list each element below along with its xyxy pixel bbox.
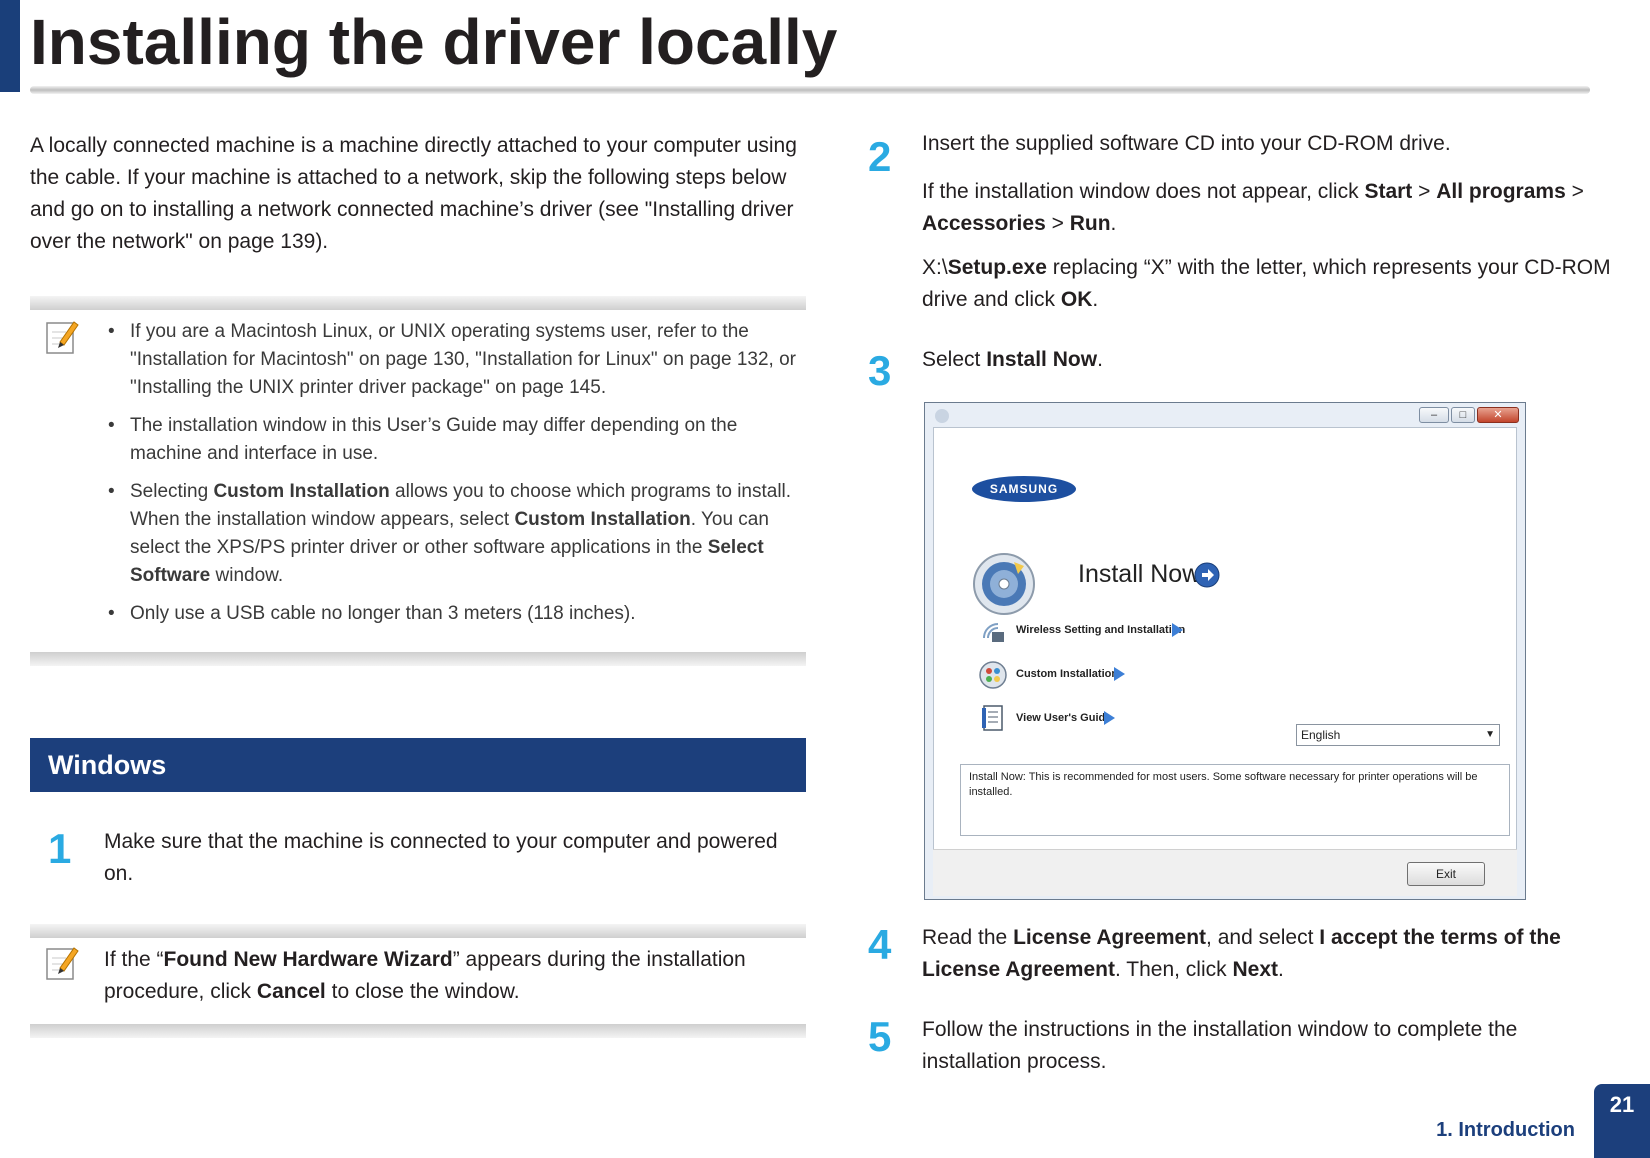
footer-section-label: 1. Introduction (1436, 1119, 1575, 1141)
step-number: 1 (48, 825, 72, 872)
section-title: Windows (48, 750, 167, 780)
step-text: If the installation window does not appe… (922, 180, 1584, 235)
step-text: Select Install Now. (922, 348, 1103, 371)
note-item: • The installation window in this User’s … (108, 415, 738, 464)
page-title: Installing the driver locally (30, 6, 838, 78)
note-item: • If you are a Macintosh Linux, or UNIX o… (108, 321, 797, 398)
note-item: • Only use a USB cable no longer than 3 m… (108, 603, 636, 624)
header-accent-bar (0, 0, 20, 92)
install-now-option[interactable]: Install Now (1078, 560, 1200, 589)
title-divider (30, 86, 1590, 94)
installer-screenshot: – □ ✕ SAMSUNG Install Now Wireless Setti… (924, 402, 1526, 900)
step-number: 4 (868, 921, 892, 968)
step-number: 5 (868, 1013, 892, 1060)
cd-icon (972, 552, 1036, 616)
maximize-button[interactable]: □ (1451, 407, 1475, 423)
note-top-rule (30, 296, 806, 310)
page-number: 21 (1609, 1092, 1635, 1117)
note-pencil-icon (46, 944, 80, 982)
exit-button[interactable]: Exit (1407, 862, 1485, 886)
step-text: Insert the supplied software CD into you… (922, 132, 1451, 155)
note-text: If the “Found New Hardware Wizard” appea… (104, 948, 746, 1003)
option-arrow-icon (1104, 711, 1115, 725)
window-app-icon (935, 409, 949, 423)
minimize-button[interactable]: – (1419, 407, 1449, 423)
step-text: Follow the instructions in the installat… (922, 1018, 1518, 1073)
note-item: • Selecting Custom Installation allows yo… (108, 481, 792, 586)
note-pencil-icon (46, 318, 80, 356)
language-select[interactable]: English ▼ (1296, 724, 1500, 746)
custom-install-icon (978, 660, 1008, 690)
note-bottom-rule (30, 652, 806, 666)
arrow-right-icon[interactable] (1194, 562, 1220, 588)
samsung-logo: SAMSUNG (972, 476, 1076, 502)
installer-content: SAMSUNG Install Now Wireless Setting and… (933, 427, 1517, 865)
intro-paragraph: A locally connected machine is a machine… (30, 134, 797, 253)
installer-option-label[interactable]: Wireless Setting and Installation (1016, 624, 1185, 636)
step-text: X:\Setup.exe replacing “X” with the lett… (922, 256, 1611, 311)
step-number: 3 (868, 347, 892, 394)
installer-footer: Exit (933, 849, 1517, 896)
option-arrow-icon (1172, 623, 1183, 637)
option-arrow-icon (1114, 667, 1125, 681)
wireless-icon (978, 616, 1008, 646)
guide-icon (980, 704, 1006, 732)
step-text: Make sure that the machine is connected … (104, 830, 778, 885)
chevron-down-icon: ▼ (1485, 729, 1495, 740)
installer-option-label[interactable]: View User's Guide (1016, 712, 1111, 724)
step-number: 2 (868, 133, 892, 180)
note-list: • If you are a Macintosh Linux, or UNIX o… (106, 318, 806, 638)
step-text: Read the License Agreement, and select I… (922, 926, 1561, 981)
note-top-rule (30, 924, 806, 938)
description-box: Install Now: This is recommended for mos… (960, 764, 1510, 836)
close-button[interactable]: ✕ (1477, 407, 1519, 423)
installer-option-label[interactable]: Custom Installation (1016, 668, 1118, 680)
language-value: English (1301, 728, 1341, 742)
note-bottom-rule (30, 1024, 806, 1038)
